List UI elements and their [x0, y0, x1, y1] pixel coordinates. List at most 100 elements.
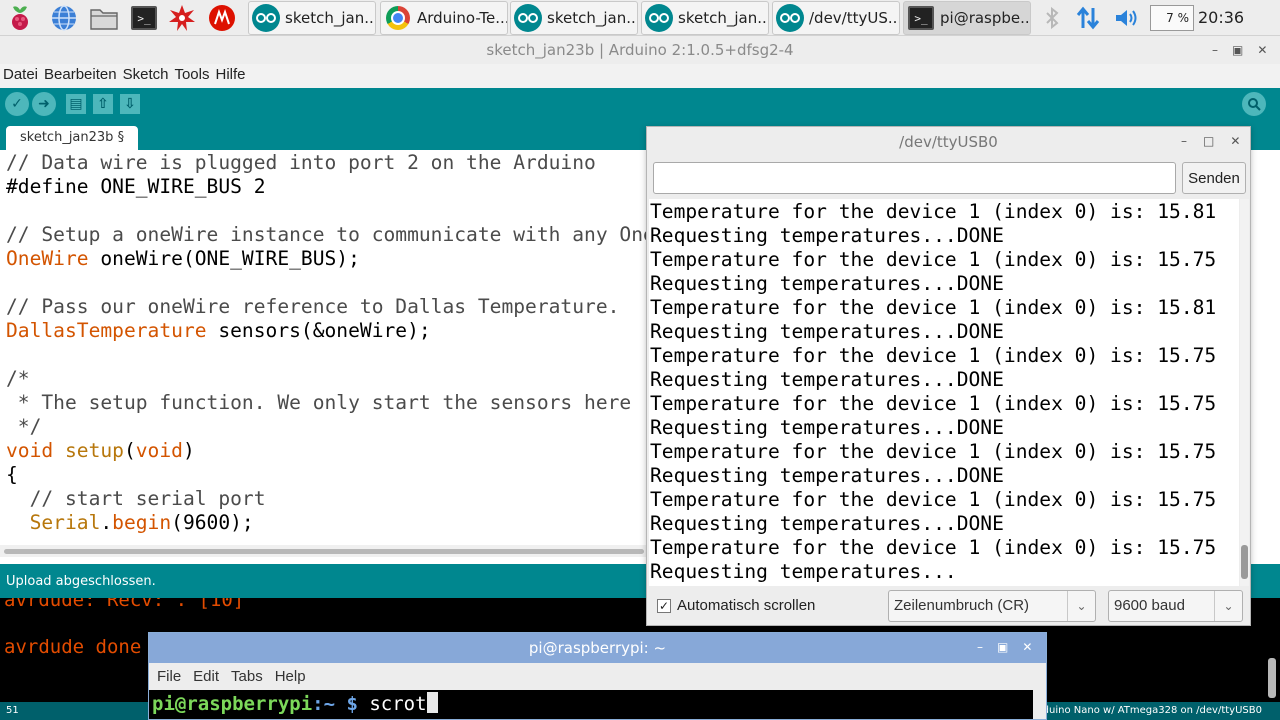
math-burst-icon[interactable] [166, 3, 198, 33]
task-sketch-3[interactable]: sketch_jan... [641, 1, 769, 35]
chevron-down-icon: ⌄ [1067, 591, 1095, 621]
serial-line: Temperature for the device 1 (index 0) i… [650, 488, 1217, 511]
terminal-title-bar: pi@raspberrypi: ~ – ▣ ✕ [149, 633, 1046, 663]
serial-vertical-scrollbar[interactable] [1240, 199, 1249, 586]
menu-bearbeiten[interactable]: Bearbeiten [44, 64, 117, 88]
serial-line: Requesting temperatures...DONE [650, 512, 1004, 535]
serial-line: Requesting temperatures... [650, 560, 957, 583]
code-token: (9600); [171, 511, 254, 534]
ide-window-title: sketch_jan23b | Arduino 2:1.0.5+dfsg2-4 [486, 41, 794, 59]
terminal-command: scrot [369, 693, 427, 715]
task-serial-monitor[interactable]: /dev/ttyUS... [772, 1, 900, 35]
menu-help[interactable]: Help [275, 663, 306, 690]
code-line: void setup(void) [6, 439, 195, 463]
code-line: // start serial port [6, 487, 266, 511]
serial-line: Temperature for the device 1 (index 0) i… [650, 296, 1217, 319]
console-scrollbar[interactable] [1268, 658, 1276, 698]
code-token: Serial [29, 511, 101, 534]
minimize-icon[interactable]: – [977, 633, 983, 661]
serial-line: Temperature for the device 1 (index 0) i… [650, 200, 1217, 223]
volume-icon[interactable] [1110, 3, 1142, 33]
ide-menu-bar: Datei Bearbeiten Sketch Tools Hilfe [0, 64, 1280, 88]
baud-rate-select[interactable]: 9600 baud ⌄ [1108, 590, 1243, 622]
serial-monitor-button[interactable] [1242, 92, 1266, 116]
terminal-menu-bar: File Edit Tabs Help [149, 663, 1046, 690]
code-line: Serial.begin(9600); [6, 511, 254, 535]
menu-hilfe[interactable]: Hilfe [215, 64, 245, 88]
code-token: ) [182, 439, 195, 462]
menu-datei[interactable]: Datei [3, 64, 38, 88]
maximize-icon[interactable]: ▣ [1232, 36, 1243, 64]
line-number: 51 [6, 705, 19, 716]
upload-button[interactable]: ➜ [32, 92, 56, 116]
code-line: { [6, 463, 18, 487]
terminal-window-title: pi@raspberrypi: ~ [528, 639, 667, 657]
code-line: /* [6, 367, 30, 391]
menu-sketch[interactable]: Sketch [123, 64, 169, 88]
code-token: // Pass our oneWire reference to Dallas … [6, 295, 620, 318]
menu-file[interactable]: File [157, 663, 181, 690]
ide-title-bar: sketch_jan23b | Arduino 2:1.0.5+dfsg2-4 … [0, 36, 1280, 64]
serial-monitor-window: /dev/ttyUSB0 – □ ✕ Senden Temperature fo… [646, 126, 1251, 626]
folder-icon[interactable] [88, 3, 120, 33]
serial-send-input[interactable] [653, 162, 1176, 194]
arduino-icon [514, 4, 542, 32]
wolfram-icon[interactable] [206, 3, 238, 33]
menu-tools[interactable]: Tools [174, 64, 209, 88]
serial-output: Temperature for the device 1 (index 0) i… [649, 199, 1239, 586]
terminal-scrollbar[interactable] [1033, 690, 1046, 719]
editor-horizontal-scrollbar[interactable] [0, 545, 648, 557]
serial-options: ✓ Automatisch scrollen Zeilenumbruch (CR… [647, 586, 1250, 626]
raspberry-menu-icon[interactable] [4, 3, 36, 33]
ide-toolbar: ✓ ➜ ▤ ⇧ ⇩ [0, 88, 1280, 120]
serial-line: Temperature for the device 1 (index 0) i… [650, 440, 1217, 463]
verify-button[interactable]: ✓ [5, 92, 29, 116]
code-editor[interactable]: // Data wire is plugged into port 2 on t… [0, 150, 648, 545]
save-button[interactable]: ⇩ [120, 94, 140, 114]
autoscroll-checkbox[interactable]: ✓ Automatisch scrollen [657, 597, 815, 614]
maximize-icon[interactable]: □ [1203, 127, 1214, 155]
code-token: // start serial port [6, 487, 266, 510]
code-line: #define ONE_WIRE_BUS 2 [6, 175, 266, 199]
task-sketch-2[interactable]: sketch_jan... [510, 1, 638, 35]
send-button[interactable]: Senden [1182, 162, 1246, 194]
task-browser[interactable]: Arduino-Te... [380, 1, 508, 35]
open-button[interactable]: ⇧ [93, 94, 113, 114]
cpu-monitor[interactable]: 7 % [1150, 5, 1194, 31]
serial-line: Temperature for the device 1 (index 0) i… [650, 536, 1217, 559]
network-arrows-icon[interactable] [1072, 3, 1104, 33]
checkbox-checked-icon[interactable]: ✓ [657, 598, 671, 613]
task-label: pi@raspbe... [940, 9, 1030, 27]
board-info: duino Nano w/ ATmega328 on /dev/ttyUSB0 [1042, 705, 1262, 716]
line-ending-select[interactable]: Zeilenumbruch (CR) ⌄ [888, 590, 1096, 622]
task-label: Arduino-Te... [417, 9, 507, 27]
clock[interactable]: 20:36 [1198, 8, 1244, 27]
minimize-icon[interactable]: – [1212, 36, 1218, 64]
serial-window-title: /dev/ttyUSB0 [899, 133, 998, 151]
terminal-body[interactable]: pi@raspberrypi:~ $ scrot [149, 690, 1033, 719]
menu-edit[interactable]: Edit [193, 663, 219, 690]
close-icon[interactable]: ✕ [1022, 633, 1032, 661]
close-icon[interactable]: ✕ [1230, 127, 1240, 155]
scrollbar-thumb[interactable] [4, 549, 644, 554]
code-token: ( [123, 439, 136, 462]
menu-tabs[interactable]: Tabs [231, 663, 263, 690]
terminal-icon[interactable]: >_ [128, 3, 160, 33]
line-ending-value: Zeilenumbruch (CR) [894, 597, 1030, 614]
scrollbar-thumb[interactable] [1241, 545, 1248, 579]
task-terminal[interactable]: >_ pi@raspbe... [903, 1, 1031, 35]
console-line: avrdude: Recv: . [10] [4, 598, 245, 611]
code-token: // Data wire is plugged into port 2 on t… [6, 151, 596, 174]
task-sketch-1[interactable]: sketch_jan... [248, 1, 376, 35]
new-file-button[interactable]: ▤ [66, 94, 86, 114]
globe-icon[interactable] [48, 3, 80, 33]
serial-line: Requesting temperatures...DONE [650, 416, 1004, 439]
minimize-icon[interactable]: – [1181, 127, 1187, 155]
bluetooth-icon[interactable] [1036, 3, 1068, 33]
code-line: OneWire oneWire(ONE_WIRE_BUS); [6, 247, 360, 271]
close-icon[interactable]: ✕ [1257, 36, 1267, 64]
tab-sketch[interactable]: sketch_jan23b § [6, 126, 139, 150]
maximize-icon[interactable]: ▣ [997, 633, 1008, 661]
